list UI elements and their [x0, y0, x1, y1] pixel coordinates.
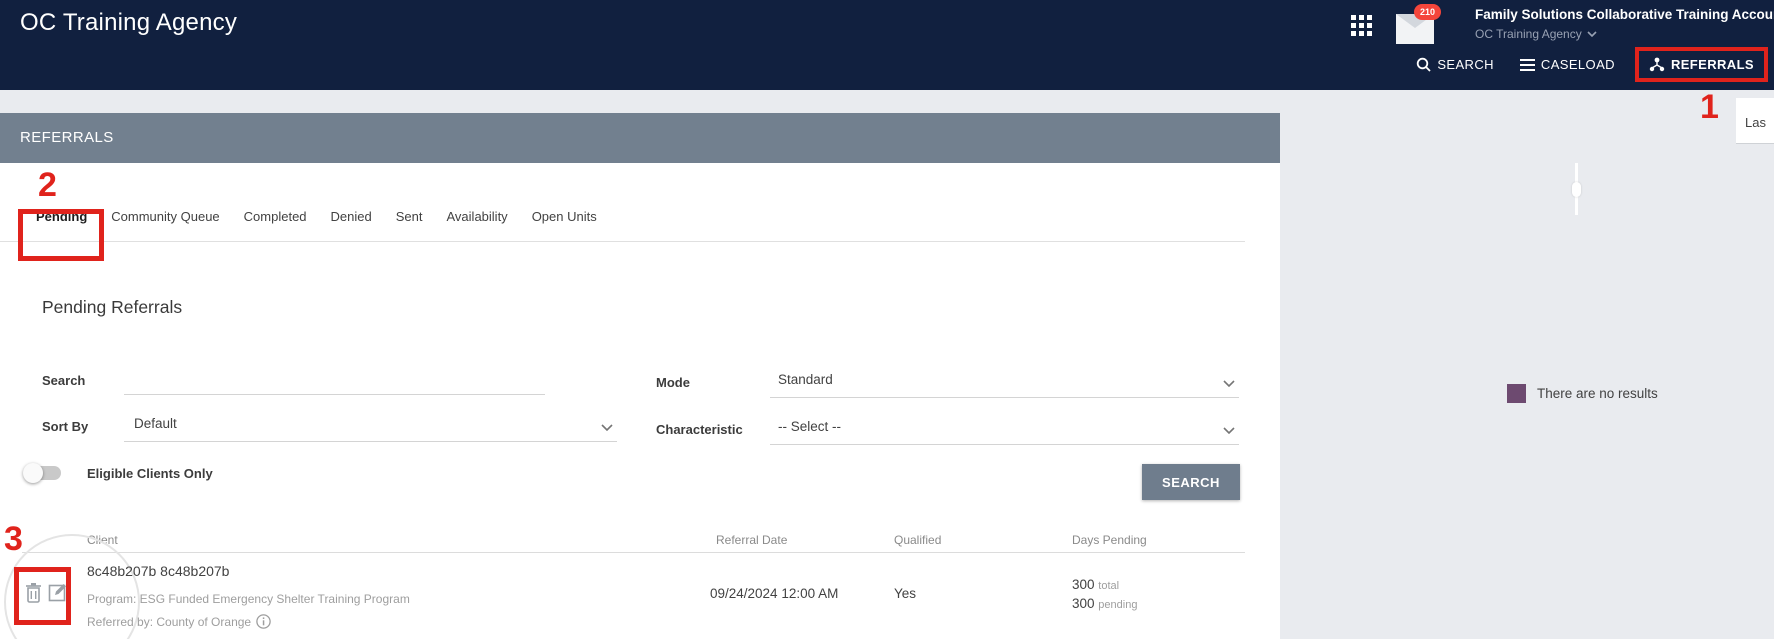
top-header-bar: OC Training Agency 210 Family Solutions …	[0, 0, 1774, 90]
chevron-down-icon	[1587, 31, 1597, 37]
unread-count-badge: 210	[1414, 4, 1441, 20]
account-name: Family Solutions Collaborative Training …	[1475, 7, 1774, 22]
tab-open-units[interactable]: Open Units	[532, 209, 597, 224]
scrollbar[interactable]	[1572, 163, 1581, 215]
col-days-pending: Days Pending	[1072, 533, 1147, 547]
tab-sent[interactable]: Sent	[396, 209, 423, 224]
mode-select[interactable]: Standard	[770, 361, 1239, 398]
days-total-number: 300	[1072, 577, 1095, 592]
days-total-label: total	[1098, 580, 1120, 592]
no-results-swatch-icon	[1507, 384, 1526, 403]
annotation-number-3: 3	[4, 520, 23, 558]
search-icon	[1417, 57, 1431, 72]
search-input-value	[124, 369, 128, 384]
characteristic-label: Characteristic	[656, 422, 743, 437]
caseload-icon	[1519, 58, 1535, 71]
tab-denied[interactable]: Denied	[331, 209, 372, 224]
agency-switcher[interactable]: OC Training Agency	[1475, 27, 1774, 41]
search-button[interactable]: SEARCH	[1142, 464, 1240, 500]
nav-search[interactable]: SEARCH	[1410, 49, 1500, 80]
annotation-box-3	[14, 567, 71, 625]
tab-community-queue[interactable]: Community Queue	[111, 209, 219, 224]
main-content: Pending Community Queue Completed Denied…	[0, 163, 1280, 639]
annotation-number-1: 1	[1700, 88, 1719, 126]
referrals-icon	[1649, 57, 1665, 72]
inbox-button[interactable]: 210	[1396, 4, 1442, 46]
col-referral-date: Referral Date	[716, 533, 788, 547]
nav-referrals-label: REFERRALS	[1670, 57, 1754, 72]
table-header-divider	[22, 552, 1245, 553]
days-pending-number: 300	[1072, 596, 1095, 611]
app-window: OC Training Agency 210 Family Solutions …	[0, 0, 1774, 639]
chevron-down-icon	[1223, 427, 1235, 435]
referrals-banner: REFERRALS	[0, 113, 1280, 163]
mode-label: Mode	[656, 375, 690, 390]
search-input[interactable]	[124, 359, 545, 395]
right-panel-truncated-card: Las	[1736, 98, 1774, 144]
sort-by-select[interactable]: Default	[124, 405, 617, 442]
mode-value: Standard	[778, 372, 833, 387]
eligible-clients-label: Eligible Clients Only	[87, 466, 213, 481]
no-results-message: There are no results	[1507, 384, 1658, 403]
client-program: Program: ESG Funded Emergency Shelter Tr…	[87, 592, 410, 606]
banner-title: REFERRALS	[20, 129, 114, 146]
chevron-down-icon	[601, 424, 613, 432]
apps-grid-icon[interactable]	[1351, 15, 1373, 37]
agency-name: OC Training Agency	[1475, 27, 1582, 41]
annotation-number-2: 2	[38, 166, 57, 204]
characteristic-value: -- Select --	[778, 419, 842, 434]
sort-by-label: Sort By	[42, 419, 89, 434]
annotation-box-2	[18, 209, 104, 261]
top-navigation: SEARCH CASELOAD REFERRALS	[1410, 47, 1768, 82]
eligible-clients-toggle[interactable]	[23, 463, 61, 483]
nav-search-label: SEARCH	[1437, 57, 1494, 72]
nav-caseload-label: CASELOAD	[1540, 57, 1615, 72]
col-qualified: Qualified	[894, 533, 942, 547]
referred-by-text: Referred by: County of Orange	[87, 614, 252, 629]
app-title: OC Training Agency	[20, 9, 238, 36]
sort-by-value: Default	[134, 416, 177, 431]
tab-availability[interactable]: Availability	[447, 209, 508, 224]
chevron-down-icon	[1223, 380, 1235, 388]
tab-bar: Pending Community Queue Completed Denied…	[0, 209, 1245, 242]
scrollbar-handle[interactable]	[1572, 182, 1581, 197]
days-pending-label: pending	[1098, 599, 1138, 611]
truncated-label: Las	[1745, 115, 1766, 130]
info-icon[interactable]	[256, 614, 271, 629]
account-menu[interactable]: Family Solutions Collaborative Training …	[1475, 7, 1774, 41]
client-referred-by: Referred by: County of Orange	[87, 614, 271, 629]
characteristic-select[interactable]: -- Select --	[770, 408, 1239, 445]
client-name-link[interactable]: 8c48b207b 8c48b207b	[87, 563, 229, 579]
no-results-text: There are no results	[1537, 386, 1658, 401]
nav-referrals[interactable]: REFERRALS	[1634, 47, 1768, 82]
tab-completed[interactable]: Completed	[244, 209, 307, 224]
referral-date-value: 09/24/2024 12:00 AM	[710, 586, 839, 601]
page-title: Pending Referrals	[42, 297, 183, 317]
nav-caseload[interactable]: CASELOAD	[1514, 49, 1621, 80]
days-pending-value: 300 total 300 pending	[1072, 576, 1137, 614]
search-label: Search	[42, 373, 86, 388]
qualified-value: Yes	[894, 586, 917, 601]
